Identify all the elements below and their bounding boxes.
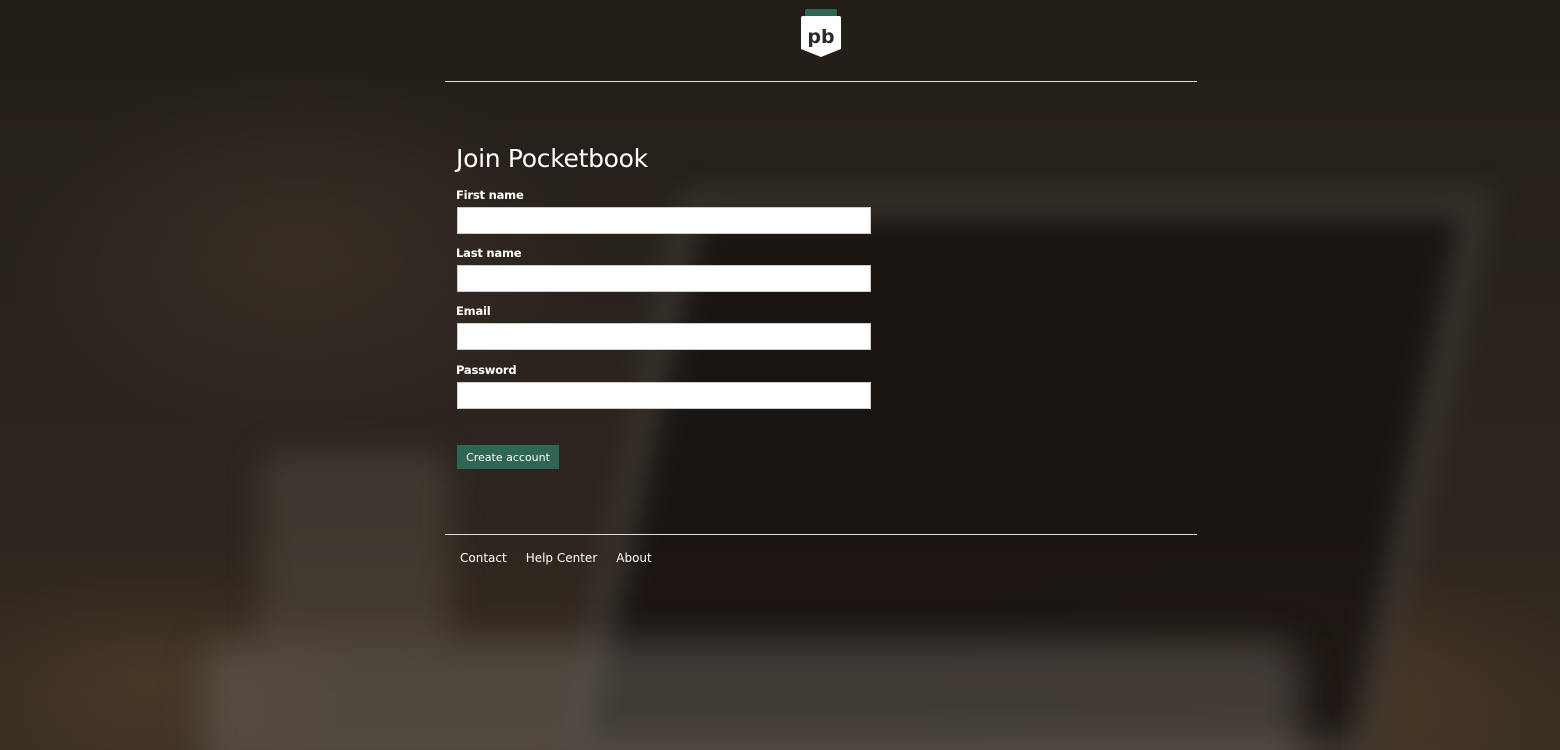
footer-link-contact[interactable]: Contact (460, 551, 507, 565)
footer-link-help-center[interactable]: Help Center (526, 551, 598, 565)
footer-link-about[interactable]: About (616, 551, 651, 565)
pocketbook-logo-icon: pb (801, 9, 841, 57)
signup-form: Join Pocketbook First name Last name Ema… (445, 82, 1197, 534)
header: pb (445, 0, 1197, 82)
page-title: Join Pocketbook (456, 144, 648, 173)
first-name-field[interactable] (457, 207, 871, 234)
email-label: Email (456, 304, 491, 318)
page-container: pb Join Pocketbook First name Last name … (445, 0, 1197, 565)
last-name-field[interactable] (457, 265, 871, 292)
password-field[interactable] (457, 382, 871, 409)
footer-nav: Contact Help Center About (460, 551, 652, 565)
footer-divider (445, 534, 1197, 535)
last-name-label: Last name (456, 246, 522, 260)
background-laptop-base (200, 640, 1300, 750)
first-name-label: First name (456, 188, 524, 202)
background-glass-blur (260, 450, 450, 650)
create-account-button[interactable]: Create account (457, 445, 559, 469)
logo-text: pb (807, 26, 834, 48)
password-label: Password (456, 363, 517, 377)
pocketbook-logo[interactable]: pb (801, 9, 841, 57)
email-field[interactable] (457, 323, 871, 350)
